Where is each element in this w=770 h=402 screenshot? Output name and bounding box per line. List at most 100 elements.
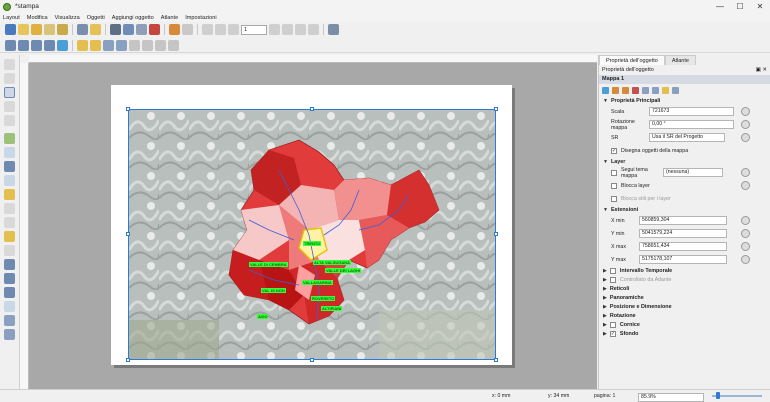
tab-item-properties[interactable]: Proprietà dell'oggetto (599, 55, 665, 65)
section-principali[interactable]: ▼ Proprietà Principali (599, 96, 770, 105)
add-marker-icon[interactable] (4, 175, 15, 186)
maximize-icon[interactable]: ☐ (730, 0, 750, 13)
section-controllato[interactable]: ▶ Controllato da Atlante (599, 275, 770, 284)
resize-handle[interactable] (126, 358, 130, 362)
resize-handle[interactable] (126, 232, 130, 236)
bookmark-icon[interactable] (632, 86, 639, 94)
undo-icon[interactable] (169, 24, 180, 35)
pin-icon[interactable] (662, 86, 669, 94)
add-legend-icon[interactable] (4, 189, 15, 200)
data-defined-icon[interactable] (741, 216, 750, 225)
save-icon[interactable] (5, 24, 16, 35)
data-defined-icon[interactable] (741, 229, 750, 238)
atlas-preview-icon[interactable] (202, 24, 213, 35)
data-defined-icon[interactable] (741, 168, 750, 177)
add-label-icon[interactable] (4, 203, 15, 214)
menu-oggetti[interactable]: Oggetti (87, 15, 105, 21)
zoom-slider-handle[interactable] (716, 392, 720, 399)
next-feature-icon[interactable] (269, 24, 280, 35)
redo-icon[interactable] (182, 24, 193, 35)
pan-icon[interactable] (4, 59, 15, 70)
resize-handle[interactable] (494, 358, 498, 362)
print-icon[interactable] (110, 24, 121, 35)
ymin-input[interactable]: 5041579,224 (639, 229, 727, 238)
menu-modifica[interactable]: Modifica (27, 15, 48, 21)
edit-nodes-icon[interactable] (4, 115, 15, 126)
cornice-checkbox[interactable] (609, 321, 616, 328)
intervallo-checkbox[interactable] (609, 267, 616, 274)
add-template-icon[interactable] (77, 24, 88, 35)
refresh-icon[interactable] (57, 39, 68, 51)
data-defined-icon[interactable] (741, 120, 750, 129)
sr-select[interactable]: Usa il SR del Progetto (649, 133, 725, 142)
zoom-in-icon[interactable] (5, 39, 16, 51)
add-north-arrow-icon[interactable] (4, 231, 15, 242)
disegna-checkbox[interactable]: ✓ (611, 147, 617, 154)
select-move-icon[interactable] (4, 87, 15, 98)
atlas-export-icon[interactable] (308, 24, 319, 35)
panel-close-icon[interactable]: ▣ ✕ (756, 67, 767, 73)
unlock-items-icon[interactable] (90, 39, 101, 51)
map-item[interactable]: TRENTO VALLE DI CEMBRA ALTA VALSUGANA VA… (128, 109, 496, 360)
section-intervallo[interactable]: ▶ Intervallo Temporale (599, 266, 770, 275)
menu-impostazioni[interactable]: Impostazioni (185, 15, 216, 21)
add-picture-icon[interactable] (4, 161, 15, 172)
atlas-print-icon[interactable] (295, 24, 306, 35)
settings-icon[interactable] (672, 86, 679, 94)
view-extent-icon[interactable] (622, 86, 629, 94)
section-panoramiche[interactable]: ▶ Panoramiche (599, 293, 770, 302)
menu-atlante[interactable]: Atlante (161, 15, 178, 21)
page-properties-icon[interactable] (57, 24, 68, 35)
add-html-icon[interactable] (4, 301, 15, 312)
group-icon[interactable] (103, 39, 114, 51)
open-template-icon[interactable] (90, 24, 101, 35)
layout-canvas[interactable]: TRENTO VALLE DI CEMBRA ALTA VALSUGANA VA… (29, 63, 597, 389)
section-estensioni[interactable]: ▼ Estensioni (599, 205, 770, 214)
segui-checkbox[interactable] (611, 169, 617, 176)
add-polyline-icon[interactable] (4, 273, 15, 284)
data-defined-icon[interactable] (741, 107, 750, 116)
add-map-icon[interactable] (4, 133, 15, 144)
zoom-full-icon[interactable] (44, 39, 55, 51)
section-reticoli[interactable]: ▶ Reticoli (599, 284, 770, 293)
extent-icon[interactable] (612, 86, 619, 94)
controllato-checkbox[interactable] (609, 276, 616, 283)
raise-icon[interactable] (129, 39, 140, 51)
section-sfondo[interactable]: ▶ ✓ Sfondo (599, 329, 770, 338)
resize-handle[interactable] (494, 107, 498, 111)
add-shape-icon[interactable] (4, 245, 15, 256)
last-feature-icon[interactable] (282, 24, 293, 35)
add-polygon-icon[interactable] (4, 287, 15, 298)
data-defined-icon[interactable] (741, 133, 750, 142)
previous-feature-icon[interactable] (228, 24, 239, 35)
first-feature-icon[interactable] (215, 24, 226, 35)
layout-page[interactable]: TRENTO VALLE DI CEMBRA ALTA VALSUGANA VA… (111, 85, 512, 365)
atlas-settings-icon[interactable] (328, 24, 339, 35)
menu-visualizza[interactable]: Visualizza (55, 15, 80, 21)
tema-select[interactable]: (nessuna) (663, 168, 723, 177)
clipping-icon[interactable] (652, 86, 659, 94)
resize-icon[interactable] (168, 39, 179, 51)
duplicate-layout-icon[interactable] (31, 24, 42, 35)
xmax-input[interactable]: 758651,434 (639, 242, 727, 251)
zoom-actual-icon[interactable] (31, 39, 42, 51)
data-defined-icon[interactable] (741, 255, 750, 264)
export-pdf-icon[interactable] (149, 24, 160, 35)
export-svg-icon[interactable] (136, 24, 147, 35)
ymax-input[interactable]: 5175178,107 (639, 255, 727, 264)
data-defined-icon[interactable] (741, 242, 750, 251)
align-icon[interactable] (142, 39, 153, 51)
move-content-icon[interactable] (4, 101, 15, 112)
export-image-icon[interactable] (123, 24, 134, 35)
labeling-icon[interactable] (642, 86, 649, 94)
close-icon[interactable]: ✕ (750, 0, 770, 13)
data-defined-icon[interactable] (741, 181, 750, 190)
blocca-stili-checkbox[interactable] (611, 195, 617, 202)
add-fixed-table-icon[interactable] (4, 329, 15, 340)
rotazione-input[interactable]: 0,00 ° (649, 120, 734, 129)
section-cornice[interactable]: ▶ Cornice (599, 320, 770, 329)
scala-input[interactable]: 721673 (649, 107, 734, 116)
sfondo-checkbox[interactable]: ✓ (609, 330, 616, 337)
add-table-icon[interactable] (4, 315, 15, 326)
section-rotazione[interactable]: ▶ Rotazione (599, 311, 770, 320)
